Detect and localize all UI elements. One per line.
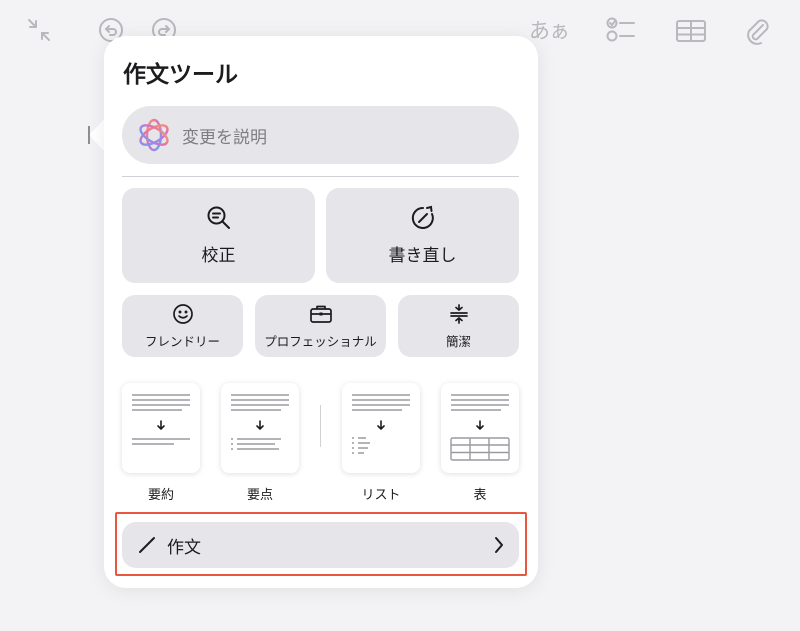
concise-label: 簡潔 [445, 333, 471, 349]
rewrite-label: 書き直し [388, 246, 457, 266]
text-format-button[interactable]: あぁ [526, 15, 572, 45]
describe-change-input[interactable]: 変更を説明 [122, 106, 519, 164]
paperclip-icon[interactable] [741, 15, 773, 47]
thumbnail-separator [320, 405, 321, 447]
compress-icon [449, 303, 468, 324]
proofread-label: 校正 [201, 246, 236, 266]
panel-title: 作文ツール [123, 62, 238, 88]
proofread-button[interactable]: 校正 [122, 188, 315, 283]
magnifier-text-icon [207, 206, 230, 229]
describe-placeholder: 変更を説明 [182, 127, 267, 148]
table-label: 表 [473, 488, 487, 503]
divider [122, 176, 519, 177]
friendly-label: フレンドリー [144, 333, 220, 349]
smiley-icon [172, 303, 193, 324]
key-points-thumbnail [221, 383, 299, 473]
summary-thumbnail [122, 383, 200, 473]
professional-button[interactable]: プロフェッショナル [255, 295, 386, 357]
key-points-label: 要点 [246, 488, 273, 503]
professional-label: プロフェッショナル [264, 333, 377, 349]
key-points-option[interactable]: 要点 [221, 383, 299, 503]
list-label: リスト [361, 488, 401, 503]
rewrite-icon [411, 205, 434, 229]
collapse-arrows-icon[interactable] [24, 15, 54, 45]
list-option[interactable]: リスト [342, 383, 420, 503]
text-format-label: あぁ [529, 19, 570, 43]
friendly-button[interactable]: フレンドリー [122, 295, 243, 357]
checklist-icon[interactable] [604, 14, 638, 46]
list-thumbnail [342, 383, 420, 473]
apple-intelligence-icon [139, 118, 169, 152]
rewrite-button[interactable]: 書き直し [326, 188, 519, 283]
compose-highlight-frame [115, 512, 527, 576]
briefcase-icon [309, 305, 332, 323]
summary-label: 要約 [147, 488, 174, 503]
summary-option[interactable]: 要約 [122, 383, 200, 503]
table-option[interactable]: 表 [441, 383, 519, 503]
writing-tools-panel: 作文ツール 変更を説明 校正 書き直し フレンドリー プロフェッショナル 簡潔 … [104, 36, 538, 588]
concise-button[interactable]: 簡潔 [398, 295, 519, 357]
table-thumbnail [441, 383, 519, 473]
table-icon[interactable] [674, 16, 708, 46]
